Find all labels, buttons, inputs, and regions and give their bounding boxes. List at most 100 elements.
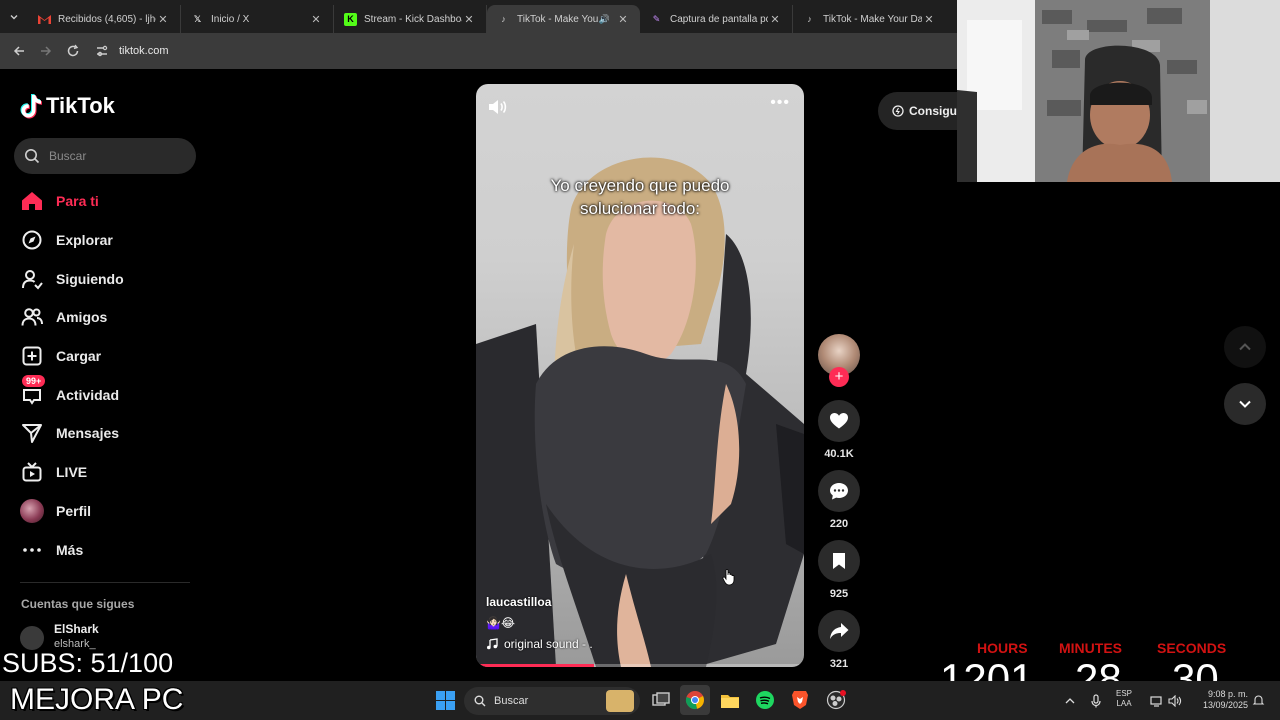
sidebar-item-explorar[interactable]: Explorar: [20, 221, 195, 260]
close-icon[interactable]: ✕: [616, 13, 630, 26]
friends-icon: [20, 305, 44, 329]
browser-tab-kick[interactable]: K Stream - Kick Dashboa ✕: [334, 5, 487, 33]
video-username[interactable]: laucastilloa: [486, 595, 551, 609]
reload-button[interactable]: [62, 40, 84, 62]
keyboard-layout: LAA: [1116, 699, 1132, 708]
close-icon[interactable]: ✕: [309, 13, 323, 26]
close-icon[interactable]: ✕: [768, 13, 782, 26]
sidebar-item-actividad[interactable]: 99+ Actividad: [20, 375, 195, 414]
subs-counter-overlay: SUBS: 51/100: [2, 648, 174, 678]
search-input[interactable]: [49, 149, 179, 163]
system-clock[interactable]: 9:08 p. m. 13/09/2025: [1194, 689, 1248, 711]
address-bar: tiktok.com: [0, 33, 957, 69]
browser-tab-bar: Recibidos (4,605) - ljhe ✕ 𝕏 Inicio / X …: [0, 0, 957, 33]
account-name: ElShark: [54, 622, 99, 636]
tiktok-logo[interactable]: TikTok: [20, 93, 115, 119]
save-button[interactable]: [818, 540, 860, 582]
save-action[interactable]: 925: [818, 540, 860, 600]
speaker-icon[interactable]: 🔊: [599, 14, 610, 25]
sidebar-item-cargar[interactable]: Cargar: [20, 337, 195, 376]
url-field[interactable]: tiktok.com: [95, 44, 169, 58]
share-button[interactable]: [818, 610, 860, 652]
speaker-icon[interactable]: [486, 96, 508, 118]
forward-button[interactable]: [35, 40, 57, 62]
site-settings-icon[interactable]: [95, 44, 109, 58]
browser-tab-x[interactable]: 𝕏 Inicio / X ✕: [181, 5, 334, 33]
tab-title: Recibidos (4,605) - ljhe: [58, 13, 156, 25]
language-code: ESP: [1116, 689, 1133, 698]
comment-button[interactable]: [818, 470, 860, 512]
sidebar-item-para-ti[interactable]: Para ti: [20, 182, 195, 221]
spotify-icon[interactable]: [754, 689, 776, 711]
video-sound[interactable]: original sound - .: [486, 637, 593, 651]
tab-search-button[interactable]: [0, 0, 28, 33]
close-icon[interactable]: ✕: [156, 13, 170, 26]
more-options-icon[interactable]: •••: [770, 94, 790, 112]
sidebar-item-mas[interactable]: Más: [20, 530, 195, 569]
tiktok-page: TikTok Para ti Explorar Siguiendo Amigos: [0, 69, 957, 681]
sidebar-item-live[interactable]: LIVE: [20, 453, 195, 492]
sidebar-item-siguiendo[interactable]: Siguiendo: [20, 259, 195, 298]
comment-action[interactable]: 220: [818, 470, 860, 530]
promo-button[interactable]: Consigu: [878, 92, 957, 130]
chrome-icon[interactable]: [680, 685, 710, 715]
browser-tab-tiktok-active[interactable]: ♪ TikTok - Make Your 🔊 ✕: [487, 5, 640, 33]
timer-label-seconds: SECONDS: [1157, 640, 1227, 656]
stream-banner-overlay: MEJORA PC: [10, 683, 184, 716]
x-icon: 𝕏: [193, 13, 202, 24]
microphone-icon[interactable]: [1090, 681, 1102, 720]
task-view-icon[interactable]: [650, 689, 672, 711]
network-icon[interactable]: [1150, 681, 1164, 720]
sidebar-item-label: Explorar: [56, 232, 113, 249]
browser-tab-gmail[interactable]: Recibidos (4,605) - ljhe ✕: [28, 5, 181, 33]
like-action[interactable]: 40.1K: [818, 400, 860, 460]
back-button[interactable]: [8, 40, 30, 62]
brave-icon[interactable]: [789, 689, 811, 711]
volume-icon[interactable]: [1168, 681, 1182, 720]
sidebar-item-label: Actividad: [56, 386, 120, 403]
tiktok-icon: ♪: [807, 14, 812, 24]
windows-start-icon[interactable]: [436, 691, 455, 710]
taskbar-search[interactable]: Buscar: [464, 687, 640, 715]
sidebar-item-label: Más: [56, 541, 84, 558]
tab-title: Stream - Kick Dashboa: [364, 13, 462, 25]
arrow-right-icon: [41, 46, 52, 56]
follow-button[interactable]: +: [829, 367, 849, 387]
sidebar-item-label: LIVE: [56, 464, 88, 481]
share-action[interactable]: 321: [818, 610, 860, 670]
save-count: 925: [829, 588, 849, 600]
next-video-button[interactable]: [1224, 383, 1266, 425]
obs-icon[interactable]: [825, 689, 847, 711]
author-avatar[interactable]: +: [818, 334, 860, 387]
logo-text: TikTok: [46, 93, 115, 118]
timer-label-hours: HOURS: [977, 640, 1028, 656]
search-box[interactable]: [14, 138, 196, 174]
close-icon[interactable]: ✕: [462, 13, 476, 26]
previous-video-button[interactable]: [1224, 326, 1266, 368]
like-button[interactable]: [818, 400, 860, 442]
sidebar-item-amigos[interactable]: Amigos: [20, 298, 195, 337]
notification-icon[interactable]: [1252, 681, 1265, 720]
browser-tab-tiktok-2[interactable]: ♪ TikTok - Make Your Da ✕: [793, 5, 946, 33]
file-explorer-icon[interactable]: [719, 689, 741, 711]
browser-tab-captura[interactable]: ✎ Captura de pantalla pc ✕: [640, 5, 793, 33]
input-language[interactable]: ESP LAA: [1116, 689, 1132, 709]
webcam-overlay: [957, 0, 1280, 182]
comment-icon: [830, 483, 848, 500]
tab-title: TikTok - Make Your Da: [823, 13, 922, 25]
following-section-title: Cuentas que sigues: [21, 597, 135, 611]
share-count: 321: [829, 658, 849, 670]
followed-account[interactable]: ElShark elshark_: [20, 622, 99, 651]
tray-chevron-icon[interactable]: [1064, 681, 1076, 720]
chevron-down-icon: [10, 14, 18, 19]
sound-name: original sound - .: [504, 637, 593, 651]
video-progress-bar[interactable]: [476, 664, 804, 667]
notification-badge: 99+: [22, 375, 46, 388]
chevron-down-icon: [1239, 400, 1251, 408]
sidebar-item-mensajes[interactable]: Mensajes: [20, 414, 195, 453]
url-text: tiktok.com: [119, 45, 169, 57]
video-player[interactable]: ••• Yo creyendo que puedo solucionar tod…: [476, 84, 804, 667]
close-icon[interactable]: ✕: [922, 13, 936, 26]
taskbar-search-label: Buscar: [494, 695, 529, 707]
sidebar-item-perfil[interactable]: Perfil: [20, 492, 195, 531]
